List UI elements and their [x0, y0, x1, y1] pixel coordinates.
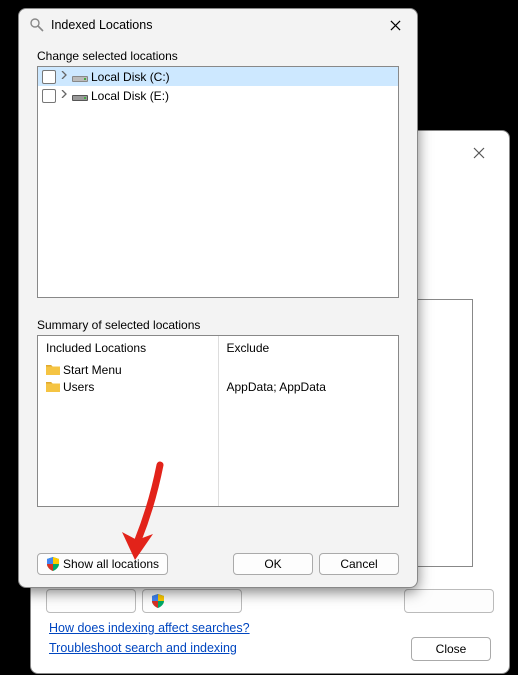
summary-box: Included Locations Start Menu Users [37, 335, 399, 507]
folder-icon [46, 364, 60, 375]
included-text: Start Menu [63, 363, 122, 377]
shield-icon [46, 557, 60, 571]
parent-advanced-button[interactable] [142, 589, 242, 613]
expand-c-drive[interactable] [59, 71, 69, 82]
link-how-indexing-affects-searches[interactable]: How does indexing affect searches? [49, 621, 250, 635]
tree-row-e-drive[interactable]: Local Disk (E:) [38, 86, 398, 105]
tree-label: Local Disk (E:) [91, 89, 169, 103]
chevron-right-icon [60, 71, 68, 79]
search-index-icon [29, 17, 45, 33]
show-all-locations-button[interactable]: Show all locations [37, 553, 168, 575]
included-column: Included Locations Start Menu Users [38, 336, 219, 506]
included-row[interactable]: Users [46, 378, 210, 395]
link-troubleshoot-search[interactable]: Troubleshoot search and indexing [49, 641, 237, 655]
checkbox-e-drive[interactable] [42, 89, 56, 103]
locations-tree[interactable]: Local Disk (C:) Local Disk (E:) [37, 66, 399, 298]
chevron-right-icon [60, 90, 68, 98]
show-all-label: Show all locations [63, 557, 159, 571]
dialog-button-row: Show all locations OK Cancel [37, 541, 399, 575]
close-icon [473, 147, 485, 159]
parent-close-action-button[interactable]: Close [411, 637, 491, 661]
exclude-row[interactable] [227, 361, 391, 378]
cancel-button[interactable]: Cancel [319, 553, 399, 575]
tree-row-c-drive[interactable]: Local Disk (C:) [38, 67, 398, 86]
change-locations-label: Change selected locations [37, 49, 399, 63]
exclude-row[interactable]: AppData; AppData [227, 378, 391, 395]
dialog-titlebar: Indexed Locations [19, 9, 417, 41]
dialog-close-button[interactable] [373, 10, 417, 40]
included-row[interactable]: Start Menu [46, 361, 210, 378]
included-text: Users [63, 380, 94, 394]
drive-icon [72, 71, 88, 83]
close-icon [390, 20, 401, 31]
exclude-column: Exclude AppData; AppData [219, 336, 399, 506]
dialog-title: Indexed Locations [51, 18, 152, 32]
shield-icon [151, 594, 165, 608]
dialog-content: Change selected locations Local Disk (C:… [19, 41, 417, 587]
parent-button-row [46, 589, 494, 614]
indexed-locations-dialog: Indexed Locations Change selected locati… [18, 8, 418, 588]
parent-close-button[interactable] [459, 139, 499, 167]
summary-label: Summary of selected locations [37, 318, 399, 332]
drive-icon [72, 90, 88, 102]
checkbox-c-drive[interactable] [42, 70, 56, 84]
included-header: Included Locations [38, 336, 218, 359]
parent-modify-button[interactable] [46, 589, 136, 613]
exclude-header: Exclude [219, 336, 399, 359]
parent-pause-button[interactable] [404, 589, 494, 613]
folder-icon [46, 381, 60, 392]
tree-label: Local Disk (C:) [91, 70, 170, 84]
ok-button[interactable]: OK [233, 553, 313, 575]
expand-e-drive[interactable] [59, 90, 69, 101]
exclude-text: AppData; AppData [227, 380, 326, 394]
